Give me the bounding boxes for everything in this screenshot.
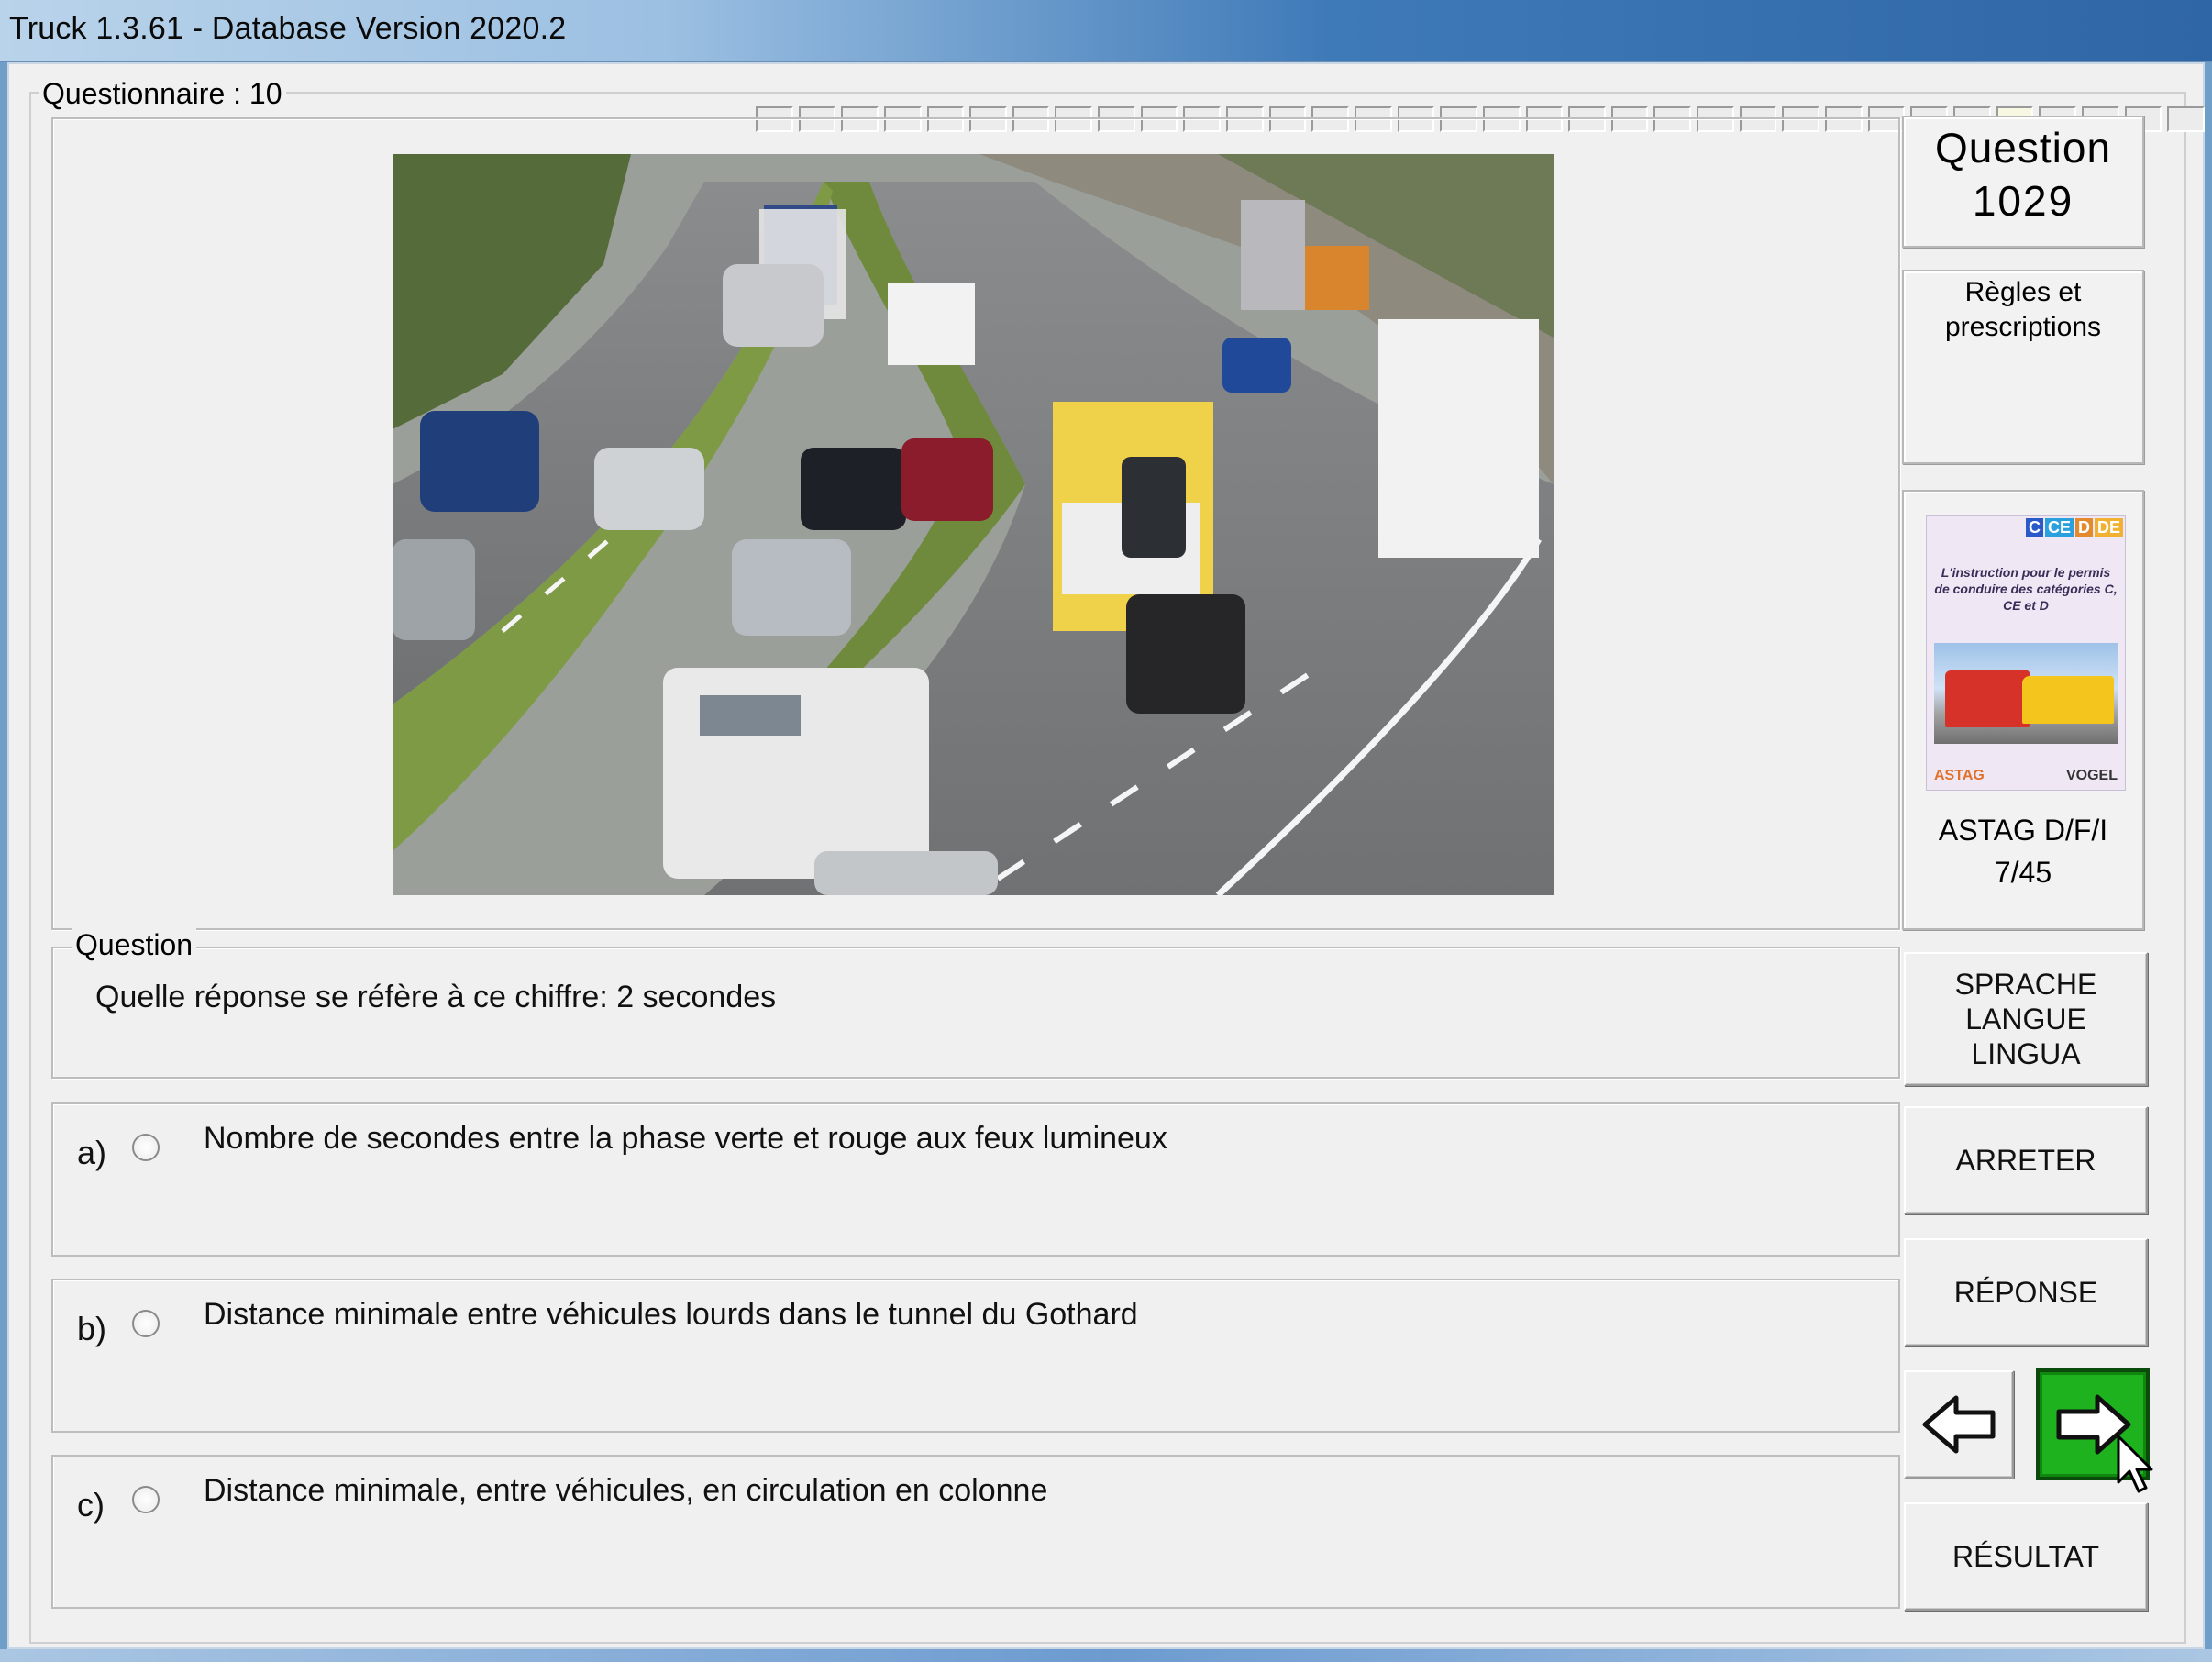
answer-option-b[interactable]: b) Distance minimale entre véhicules lou…: [51, 1279, 1900, 1433]
answer-text: Distance minimale, entre véhicules, en c…: [204, 1473, 1048, 1508]
highway-traffic-image: [393, 154, 1554, 895]
question-panel: Question Quelle réponse se réfère à ce c…: [51, 928, 1900, 1079]
app-client-area: Questionnaire : 10 Question Quelle répon…: [7, 62, 2205, 1649]
questionnaire-label: Questionnaire : 10: [39, 77, 286, 110]
category-badge: D: [2074, 518, 2093, 537]
show-answer-button[interactable]: RÉPONSE: [1904, 1238, 2148, 1346]
answer-text: Distance minimale entre véhicules lourds…: [204, 1297, 1138, 1332]
book-reference-page: 7/45: [1994, 856, 2052, 889]
book-reference-label: ASTAG D/F/I 7/45: [1904, 809, 2142, 893]
previous-question-button[interactable]: [1904, 1370, 2014, 1479]
title-bar[interactable]: Truck 1.3.61 - Database Version 2020.2: [0, 0, 2212, 62]
mouse-cursor-icon: [2117, 1435, 2153, 1493]
license-categories: C CE D DE: [2025, 518, 2123, 537]
arrow-left-icon: [1922, 1395, 1996, 1454]
answer-letter: a): [77, 1134, 107, 1171]
answer-letter: c): [77, 1486, 105, 1524]
question-number-label: Question: [1934, 124, 2112, 172]
question-number-box: Question 1029: [1902, 116, 2144, 248]
book-cover-title: L'instruction pour le permis de conduire…: [1934, 565, 2118, 613]
answer-letter: b): [77, 1310, 107, 1347]
language-label-it: LINGUA: [1971, 1037, 2081, 1070]
answer-radio-a[interactable]: [132, 1134, 160, 1161]
answer-option-c[interactable]: c) Distance minimale, entre véhicules, e…: [51, 1455, 1900, 1609]
answer-option-a[interactable]: a) Nombre de secondes entre la phase ver…: [51, 1102, 1900, 1257]
answer-text: Nombre de secondes entre la phase verte …: [204, 1121, 1167, 1156]
category-badge: CE: [2044, 518, 2074, 537]
progress-cell: [2167, 106, 2205, 132]
category-badge: DE: [2094, 518, 2123, 537]
language-label-fr: LANGUE: [1965, 1003, 2086, 1036]
stop-button[interactable]: ARRETER: [1904, 1106, 2148, 1214]
vogel-logo: VOGEL: [2065, 768, 2118, 783]
answer-radio-c[interactable]: [132, 1486, 160, 1513]
question-group-label: Question: [72, 928, 197, 961]
question-photo: [393, 154, 1554, 895]
book-publisher-logos: ASTAG VOGEL: [1934, 768, 2118, 784]
truck-bus-illustration: [1934, 643, 2118, 744]
question-number: 1029: [1972, 177, 2074, 225]
question-category-box: Règles et prescriptions: [1902, 270, 2144, 464]
result-button[interactable]: RÉSULTAT: [1904, 1502, 2148, 1611]
answer-radio-b[interactable]: [132, 1310, 160, 1337]
language-button[interactable]: SPRACHE LANGUE LINGUA: [1904, 952, 2148, 1086]
question-text: Quelle réponse se réfère à ce chiffre: 2…: [95, 980, 777, 1014]
astag-logo: ASTAG: [1934, 768, 1985, 783]
book-reference-title: ASTAG D/F/I: [1938, 814, 2108, 847]
category-badge: C: [2025, 518, 2043, 537]
category-line1: Règles et: [1964, 277, 2082, 307]
reference-book-box: C CE D DE L'instruction pour le permis d…: [1902, 490, 2144, 930]
category-line2: prescriptions: [1944, 312, 2102, 342]
book-cover-image: C CE D DE L'instruction pour le permis d…: [1926, 515, 2126, 791]
window-title: Truck 1.3.61 - Database Version 2020.2: [9, 11, 567, 46]
window-bottom-border: [0, 1649, 2212, 1662]
language-label-de: SPRACHE: [1954, 968, 2097, 1001]
photo-panel: [51, 117, 1900, 930]
